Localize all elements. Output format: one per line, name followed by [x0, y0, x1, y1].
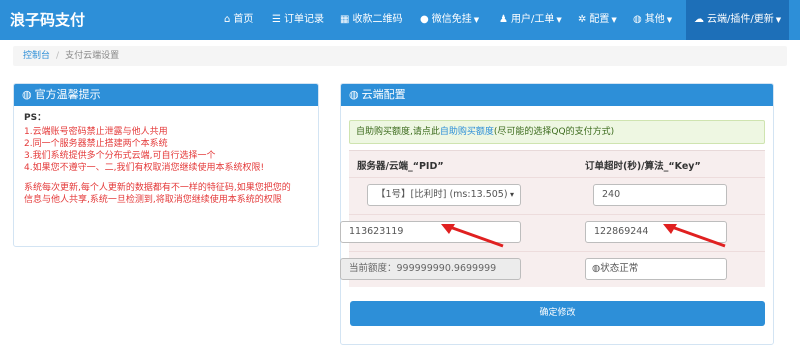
- notice-panel: ◍ 官方温馨提示 PS： 1.云端账号密码禁止泄露与他人共用 2.同一个服务器禁止…: [13, 83, 319, 247]
- cloud-config-panel: ◍ 云端配置 自助购买额度,请点此自助购买额度(尽可能的选择QQ的支付方式) 服务…: [340, 83, 774, 345]
- globe-icon: ◍: [633, 14, 642, 25]
- qrcode-icon: ▦: [340, 14, 350, 25]
- nav-wechat[interactable]: ● 微信免挂 ▼: [420, 0, 479, 40]
- chevron-down-icon: ▼: [611, 16, 617, 24]
- breadcrumb: 控制台 / 支付云端设置: [13, 46, 787, 66]
- nav-qrcode[interactable]: ▦ 收款二维码: [340, 0, 402, 40]
- notice-line: 2.同一个服务器禁止搭建两个本系统: [24, 139, 168, 149]
- chevron-down-icon: ▼: [775, 16, 782, 24]
- user-icon: ♟: [499, 14, 508, 25]
- timeout-input[interactable]: 240: [593, 184, 727, 206]
- nav-cloud[interactable]: ☁ 云端/插件/更新 ▼: [686, 0, 790, 40]
- annotation-arrow: [663, 224, 726, 248]
- home-icon: ⌂: [224, 14, 231, 25]
- col-header-key: 订单超时(秒)/算法_“Key”: [585, 161, 701, 172]
- annotation-arrow: [441, 224, 504, 248]
- breadcrumb-root[interactable]: 控制台: [23, 51, 50, 61]
- list-icon: ☰: [272, 14, 281, 25]
- col-header-pid: 服务器/云端_“PID”: [357, 161, 444, 172]
- purchase-link[interactable]: 自助购买额度: [440, 127, 494, 137]
- notice-line: 1.云端账号密码禁止泄露与他人共用: [24, 127, 168, 137]
- cloud-config-header: ◍ 云端配置: [341, 84, 773, 106]
- brand-title[interactable]: 浪子码支付: [10, 0, 85, 40]
- nav-user[interactable]: ♟ 用户/工单 ▼: [499, 0, 562, 40]
- notice-panel-header: ◍ 官方温馨提示: [14, 84, 318, 106]
- notice-line: 4.如果您不遵守一、二,我们有权取消您继续使用本系统权限!: [24, 163, 265, 173]
- wechat-icon: ●: [420, 14, 429, 25]
- globe-icon: ◍: [22, 88, 32, 101]
- nav-other[interactable]: ◍ 其他 ▼: [633, 0, 672, 40]
- cloud-icon: ☁: [694, 14, 704, 25]
- breadcrumb-separator: /: [56, 51, 60, 61]
- notice-panel-title: 官方温馨提示: [34, 88, 101, 101]
- notice-line: 3.我们系统提供多个分布式云端,可自行选择一个: [24, 151, 216, 161]
- config-table: 服务器/云端_“PID” 订单超时(秒)/算法_“Key” 【1号】[比利时] …: [340, 150, 765, 287]
- submit-button[interactable]: 确定修改: [350, 301, 765, 326]
- notice-ps: PS：: [24, 113, 47, 123]
- globe-icon: ◍: [349, 88, 359, 101]
- quota-display: 当前额度：999999990.9699999: [340, 258, 521, 280]
- notice-note: 系统每次更新,每个人更新的数据都有不一样的特征码,如果您把您的: [24, 183, 291, 193]
- chevron-down-icon: ▾: [509, 190, 514, 199]
- nav-orders[interactable]: ☰ 订单记录: [272, 0, 324, 40]
- nav-config[interactable]: ✲ 配置 ▼: [578, 0, 617, 40]
- gear-icon: ✲: [578, 14, 587, 25]
- nav-home[interactable]: ⌂ 首页: [224, 0, 253, 40]
- top-navbar: 浪子码支付 ⌂ 首页 ☰ 订单记录 ▦ 收款二维码 ● 微信免挂 ▼ ♟ 用户/工单 ▼ ✲ 配…: [0, 0, 800, 40]
- cloud-config-title: 云端配置: [361, 88, 406, 101]
- notice-note: 信息与他人共享,系统一旦检测到,将取消您继续使用本系统的权限: [24, 195, 282, 205]
- notice-body: PS： 1.云端账号密码禁止泄露与他人共用 2.同一个服务器禁止搭建两个本系统 …: [14, 106, 318, 212]
- chevron-down-icon: ▼: [556, 16, 562, 24]
- status-display: ◍状态正常: [585, 258, 727, 280]
- server-select[interactable]: 【1号】[比利时] (ms:13.505) ▾: [367, 184, 521, 206]
- chevron-down-icon: ▼: [473, 16, 480, 24]
- chevron-down-icon: ▼: [666, 16, 673, 24]
- breadcrumb-current: 支付云端设置: [65, 51, 120, 61]
- purchase-alert: 自助购买额度,请点此自助购买额度(尽可能的选择QQ的支付方式): [349, 120, 765, 144]
